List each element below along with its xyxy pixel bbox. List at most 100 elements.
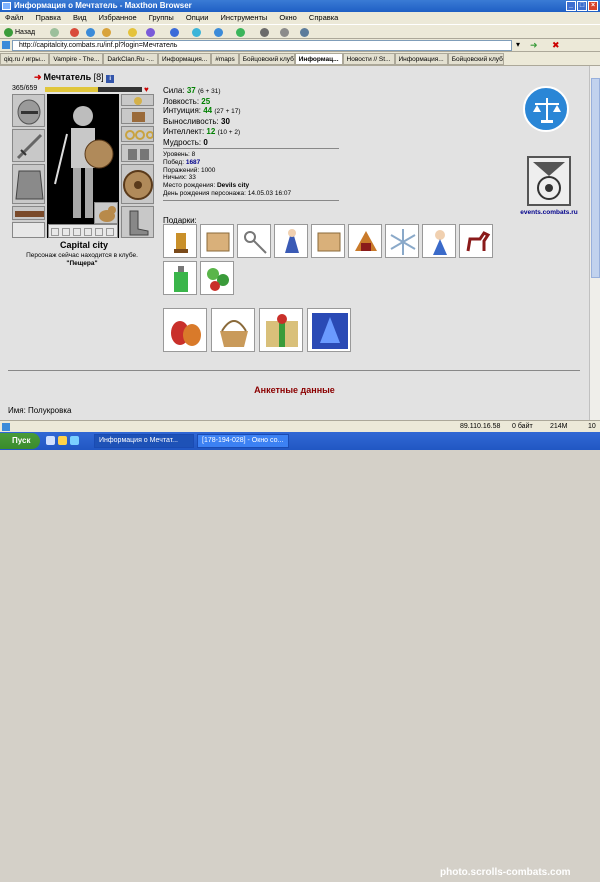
quicklaunch-icon[interactable] [70,436,79,445]
earring-slot[interactable] [121,94,154,106]
taskbar-item-chat[interactable]: [178-194-028] - Окно со... [197,434,289,448]
tab-club-1[interactable]: Бойцовский клуб [238,53,295,65]
location-room: "Пещера" [66,260,98,267]
ring-icon [125,130,153,140]
gift-item[interactable] [274,224,308,258]
events-sign[interactable] [527,156,571,206]
belt-slot[interactable] [12,206,45,220]
gift-item[interactable] [311,224,345,258]
search-close-icon[interactable]: ✖ [552,40,560,51]
tab-maps[interactable]: #maps [211,53,239,65]
judge-badge[interactable] [523,86,569,132]
window-title: Информация о Мечтатель - Maxthon Browser [14,1,192,10]
menu-tools[interactable]: Инструменты [216,13,273,22]
gift-item[interactable] [200,261,234,295]
menu-options[interactable]: Опции [181,13,214,22]
small-slot-icon[interactable] [62,228,70,236]
menu-groups[interactable]: Группы [144,13,179,22]
tab-darkclan[interactable]: DarkClan.Ru -... [103,53,158,65]
location-text: Персонаж сейчас находится в клубе. [26,252,138,259]
tab-vampire[interactable]: Vampire - The... [49,53,104,65]
vertical-scrollbar[interactable] [589,66,600,420]
rings-slot[interactable] [121,126,154,142]
mail-button[interactable] [170,27,181,38]
info-birthday: День рождения персонажа: 14.05.03 16:07 [163,189,292,197]
menu-window[interactable]: Окно [274,13,301,22]
gift-scroll-icon [206,232,230,252]
gift-item[interactable] [237,224,271,258]
gift-item[interactable] [385,224,419,258]
refresh-button[interactable] [86,27,97,38]
gift-item[interactable] [163,224,197,258]
tab-info-1[interactable]: Информация... [158,53,212,65]
undo-button[interactable] [236,27,247,38]
gift-item[interactable] [348,224,382,258]
gift-item[interactable] [211,308,255,352]
groups-button[interactable] [192,27,203,38]
small-slot-icon[interactable] [95,228,103,236]
gift-item[interactable] [259,308,303,352]
stop-button[interactable] [70,27,81,38]
tab-info-active[interactable]: Информац... [294,53,343,65]
gift-item[interactable] [422,224,456,258]
empty-slot-1[interactable] [12,222,45,238]
helmet-slot[interactable] [12,94,45,127]
ie-button[interactable] [214,27,225,38]
page-content: ➜ Мечтатель [8] i 365/659 ♥ Capital city… [0,66,589,420]
url-input[interactable]: http://capitalcity.combats.ru/inf.pl?log… [12,40,512,51]
back-button[interactable]: Назад [4,27,35,38]
small-slot-icon[interactable] [73,228,81,236]
go-icon[interactable]: ➜ [530,40,538,51]
sword-icon [16,133,43,160]
forward-button[interactable] [50,27,61,38]
history-button[interactable] [146,27,157,38]
tab-club-2[interactable]: Бойцовский клуб [447,53,504,65]
maximize-button[interactable]: □ [577,1,587,11]
tab-qiq[interactable]: qiq.ru / игры... [0,53,50,65]
scrollbar-thumb[interactable] [591,78,600,278]
gift-item[interactable] [459,224,493,258]
taskbar-item-browser[interactable]: Информация о Мечтат... [94,434,194,448]
menu-view[interactable]: Вид [68,13,92,22]
gift-item[interactable] [200,224,234,258]
menu-help[interactable]: Справка [304,13,343,22]
gift-eggs-icon [171,321,201,346]
info-icon[interactable]: i [106,75,115,83]
tools-button[interactable] [300,27,311,38]
menu-favorites[interactable]: Избранное [94,13,142,22]
menu-bar: Файл Правка Вид Избранное Группы Опции И… [0,12,600,24]
close-button[interactable]: × [588,1,598,11]
earring-icon [134,97,142,105]
window-button[interactable] [260,27,271,38]
home-button[interactable] [102,27,113,38]
menu-file[interactable]: Файл [0,13,28,22]
minimize-button[interactable]: _ [566,1,576,11]
gloves-slot[interactable] [121,144,154,162]
small-slot-icon[interactable] [106,228,114,236]
new-window-button[interactable] [280,27,291,38]
menu-edit[interactable]: Правка [31,13,66,22]
small-slot-icon[interactable] [51,228,59,236]
divider [163,148,339,149]
gift-box-icon [355,231,377,251]
shield-slot[interactable] [121,164,154,204]
events-link[interactable]: events.combats.ru [519,209,579,216]
gift-item[interactable] [163,261,197,295]
small-slot-icon[interactable] [84,228,92,236]
quicklaunch-icon[interactable] [58,436,67,445]
pet-slot[interactable] [94,202,118,224]
quicklaunch-icon[interactable] [46,436,55,445]
start-button[interactable]: Пуск [0,433,40,449]
dropdown-arrow-icon[interactable]: ▾ [516,40,520,49]
armor-slot[interactable] [12,164,45,204]
tab-news[interactable]: Новости // St... [342,53,395,65]
favorites-button[interactable] [128,27,139,38]
divider [8,370,580,371]
weapon-slot[interactable] [12,129,45,162]
boots-slot[interactable] [121,206,154,238]
hp-bar [45,87,142,92]
tab-info-2[interactable]: Информация... [394,53,448,65]
gift-item[interactable] [307,308,351,352]
amulet-slot[interactable] [121,108,154,124]
gift-item[interactable] [163,308,207,352]
